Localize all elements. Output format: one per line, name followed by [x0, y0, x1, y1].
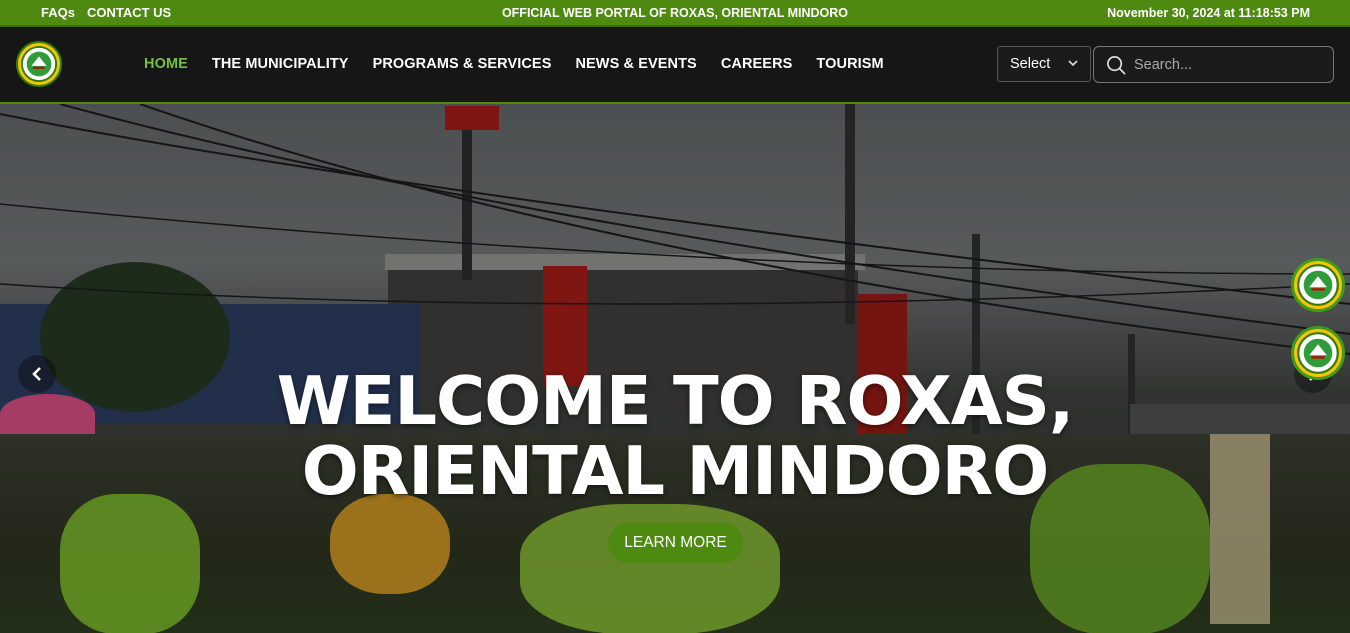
search-box [1093, 46, 1334, 83]
carousel-prev-button[interactable] [18, 355, 56, 393]
learn-more-button[interactable]: LEARN MORE [608, 523, 743, 563]
hero-title: WELCOME TO ROXAS, ORIENTAL MINDORO [0, 366, 1350, 506]
chevron-left-icon [32, 367, 41, 381]
municipal-seal-icon[interactable] [1291, 326, 1345, 380]
search-input[interactable] [1134, 53, 1324, 77]
language-select[interactable]: Select [997, 46, 1091, 82]
hero-title-line-1: WELCOME TO ROXAS, [276, 362, 1075, 440]
nav-careers[interactable]: CAREERS [721, 56, 793, 72]
nav-programs-services[interactable]: PROGRAMS & SERVICES [373, 56, 552, 72]
hero-title-line-2: ORIENTAL MINDORO [301, 432, 1050, 510]
search-icon [1107, 56, 1126, 75]
hero-carousel: WELCOME TO ROXAS, ORIENTAL MINDORO LEARN… [0, 104, 1350, 633]
chevron-down-icon [1068, 60, 1078, 67]
language-select-value: Select [1010, 56, 1051, 72]
top-bar: FAQs CONTACT US OFFICIAL WEB PORTAL OF R… [0, 0, 1350, 27]
municipal-seal-icon[interactable] [16, 41, 62, 87]
municipal-seal-icon[interactable] [1291, 258, 1345, 312]
nav-the-municipality[interactable]: THE MUNICIPALITY [212, 56, 349, 72]
nav-news-events[interactable]: NEWS & EVENTS [575, 56, 696, 72]
main-navbar: HOME THE MUNICIPALITY PROGRAMS & SERVICE… [0, 27, 1350, 104]
main-menu: HOME THE MUNICIPALITY PROGRAMS & SERVICE… [144, 56, 884, 72]
nav-tourism[interactable]: TOURISM [816, 56, 883, 72]
nav-home[interactable]: HOME [144, 56, 188, 72]
datetime-display: November 30, 2024 at 11:18:53 PM [1107, 5, 1310, 20]
